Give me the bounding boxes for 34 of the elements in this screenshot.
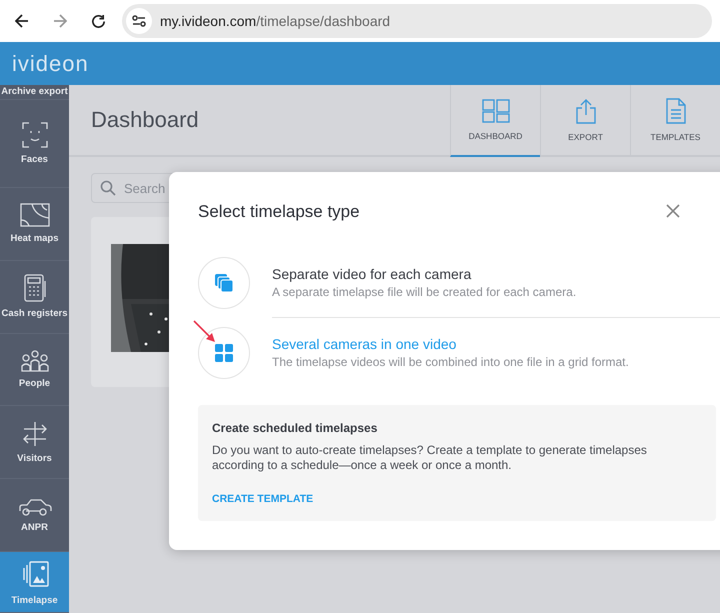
panel-title: Create scheduled timelapses [212, 421, 378, 435]
map-icon [20, 203, 50, 228]
reload-icon [90, 14, 106, 28]
option-item[interactable]: Separate video for each camera A separate timelapse file will be created for each camera. [198, 248, 720, 318]
in-out-arrows-icon [20, 420, 48, 447]
car-icon [18, 498, 52, 516]
page-title: Dashboard [91, 107, 200, 133]
pointer-arrow [193, 320, 217, 344]
forward-arrow-icon [53, 14, 67, 28]
logo: ivideon [12, 50, 89, 76]
close-icon [666, 204, 680, 218]
close-button[interactable] [666, 204, 682, 220]
dialog-title: Select timelapse type [198, 202, 360, 222]
search-icon [100, 180, 116, 196]
face-scan-icon [22, 122, 48, 148]
url-text: my.ivideon.com/timelapse/dashboard [160, 13, 390, 29]
stacked-squares-icon [214, 273, 234, 293]
option-item[interactable]: Several cameras in one video The timelapse videos will be combined into one file in a grid format. [198, 318, 720, 387]
document-icon [666, 98, 686, 124]
dashboard-icon [482, 99, 510, 123]
back-arrow-icon [15, 14, 29, 28]
people-icon [20, 350, 48, 372]
toolbar-tab[interactable]: EXPORT [540, 85, 630, 157]
panel-text: Do you want to auto-create timelapses? Create a template to generate timelapses according to a schedule—once a week or once a month. [212, 443, 648, 473]
sidebar-item[interactable]: Timelapse [0, 552, 69, 613]
photo-stack-icon [20, 558, 48, 589]
grid-icon [215, 344, 233, 362]
cash-register-icon [22, 274, 46, 302]
share-icon [574, 98, 596, 124]
site-settings-button[interactable] [126, 8, 152, 34]
toolbar-tab[interactable]: TEMPLATES [630, 85, 720, 157]
toolbar-tab[interactable]: DASHBOARD [450, 85, 540, 157]
address-bar[interactable]: my.ivideon.com/timelapse/dashboard [122, 4, 712, 38]
sliders-icon [132, 15, 146, 27]
